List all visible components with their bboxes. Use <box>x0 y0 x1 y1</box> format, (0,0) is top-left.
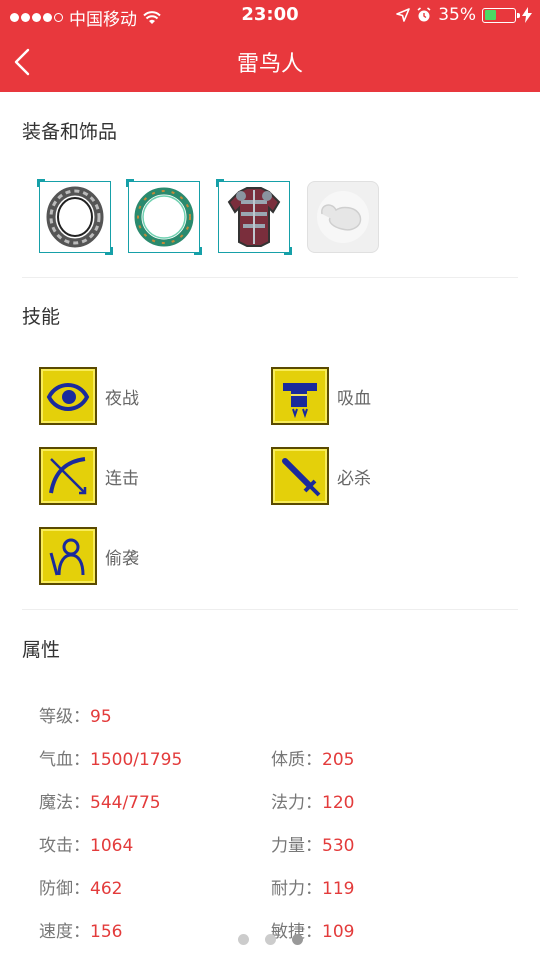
page-dot-active[interactable] <box>291 934 303 945</box>
attr-key: 防御： <box>39 879 90 899</box>
attr-magic-power: 法力：120 <box>271 788 354 813</box>
skill-item[interactable]: 偷袭 <box>39 527 139 585</box>
jade-ring-icon <box>134 187 194 247</box>
section-divider <box>22 277 518 278</box>
attr-value: 205 <box>322 750 355 770</box>
charging-bolt-icon <box>522 7 532 23</box>
attr-value: 95 <box>90 707 112 727</box>
attr-strength: 力量：530 <box>271 831 354 856</box>
page-dot[interactable] <box>237 934 249 945</box>
attr-key: 攻击： <box>39 836 90 856</box>
location-arrow-icon <box>396 8 411 22</box>
eye-icon <box>39 367 97 425</box>
fang-icon <box>271 367 329 425</box>
section-divider <box>22 609 518 610</box>
skill-item[interactable]: 必杀 <box>271 447 371 505</box>
bow-icon <box>39 447 97 505</box>
alarm-clock-icon <box>417 7 431 22</box>
equipment-slot-2[interactable] <box>126 179 202 255</box>
attr-key: 等级： <box>39 707 90 727</box>
battery-percent: 35% <box>438 5 476 25</box>
empty-slot-icon <box>317 191 369 243</box>
skill-label: 连击 <box>105 468 139 489</box>
navigation-bar: 雷鸟人 <box>0 32 540 92</box>
attr-value: 119 <box>322 879 355 899</box>
attr-key: 耐力： <box>271 879 322 899</box>
attr-value: 530 <box>322 836 355 856</box>
attr-hp: 气血：1500/1795 <box>39 745 182 770</box>
attr-defense: 防御：462 <box>39 874 122 899</box>
figure-icon <box>39 527 97 585</box>
armor-icon <box>227 187 281 247</box>
attr-key: 魔法： <box>39 793 90 813</box>
sword-icon <box>271 447 329 505</box>
attr-value: 1064 <box>90 836 134 856</box>
attr-attack: 攻击：1064 <box>39 831 133 856</box>
attr-value: 544/775 <box>90 793 161 813</box>
attr-level: 等级：95 <box>39 702 112 727</box>
equipment-slot-empty[interactable] <box>307 181 379 253</box>
equipment-slot-3[interactable] <box>216 179 292 255</box>
page-dot[interactable] <box>264 934 276 945</box>
equipment-slot-1[interactable] <box>37 179 113 255</box>
attr-mp: 魔法：544/775 <box>39 788 161 813</box>
attr-key: 力量： <box>271 836 322 856</box>
skill-label: 偷袭 <box>105 548 139 569</box>
skill-label: 夜战 <box>105 388 139 409</box>
attr-value: 462 <box>90 879 123 899</box>
page-indicator[interactable] <box>0 934 540 945</box>
attr-value: 120 <box>322 793 355 813</box>
status-bar: 中国移动 23:00 35% <box>0 0 540 32</box>
skills-section-title: 技能 <box>22 306 61 328</box>
equipment-section-title: 装备和饰品 <box>22 121 118 143</box>
attr-key: 体质： <box>271 750 322 770</box>
skill-label: 吸血 <box>337 388 371 409</box>
skill-item[interactable]: 连击 <box>39 447 139 505</box>
attr-value: 1500/1795 <box>90 750 183 770</box>
battery-icon <box>482 7 520 23</box>
attr-key: 法力： <box>271 793 322 813</box>
attr-key: 气血： <box>39 750 90 770</box>
attr-constitution: 体质：205 <box>271 745 354 770</box>
skill-item[interactable]: 夜战 <box>39 367 139 425</box>
attributes-section-title: 属性 <box>22 639 61 661</box>
header: 中国移动 23:00 35% 雷鸟人 <box>0 0 540 92</box>
skill-item[interactable]: 吸血 <box>271 367 371 425</box>
skill-label: 必杀 <box>337 468 371 489</box>
status-right-group: 35% <box>396 5 532 25</box>
dark-ring-icon <box>46 186 104 248</box>
attr-endurance: 耐力：119 <box>271 874 354 899</box>
page-title: 雷鸟人 <box>236 52 303 77</box>
